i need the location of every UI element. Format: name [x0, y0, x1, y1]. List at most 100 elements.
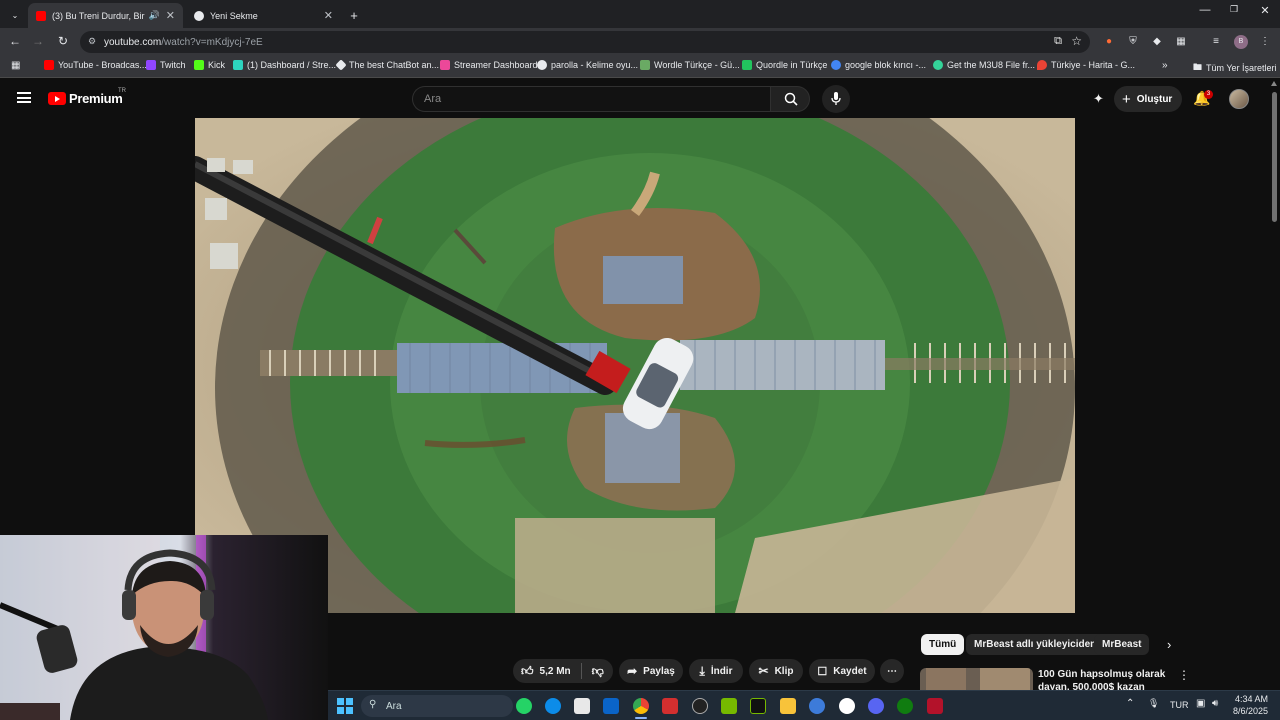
close-window-icon[interactable]: ✕ [1250, 4, 1280, 17]
sparkle-gem-icon[interactable]: ✦ [1093, 91, 1104, 107]
kebab-menu-icon[interactable]: ⋮ [1258, 35, 1272, 49]
streaming-app-icon[interactable] [927, 698, 943, 714]
taskbar-search-input[interactable]: ⚲ Ara [361, 695, 513, 717]
clock-date[interactable]: 8/6/2025 [1230, 706, 1268, 716]
close-tab-icon[interactable]: ✕ [166, 9, 175, 22]
filter-chip-uploader[interactable]: MrBeast adlı yükleyiciden [966, 634, 1105, 655]
more-vertical-icon[interactable]: ⋮ [1178, 668, 1190, 682]
profile-avatar-icon[interactable]: B [1234, 35, 1248, 49]
steam-icon[interactable] [692, 698, 708, 714]
clock-time[interactable]: 4:34 AM [1234, 694, 1268, 704]
restore-icon[interactable]: ❐ [1219, 4, 1249, 15]
file-explorer-icon[interactable] [780, 698, 796, 714]
bookmark-item[interactable]: google blok kırıcı -... [831, 60, 926, 70]
bookmark-item[interactable]: parolla - Kelime oyu... [537, 60, 638, 70]
address-bar[interactable]: ⚙ youtube.com/watch?v=mKdjycj-7eE ⧉ ☆ [80, 31, 1090, 53]
nvidia-icon[interactable] [721, 698, 737, 714]
volume-icon[interactable]: 🔊︎ [1212, 698, 1218, 709]
bookmark-item[interactable]: Get the M3U8 File fr... [933, 60, 1035, 70]
microphone-icon [831, 92, 841, 105]
youtube-logo-icon[interactable] [48, 92, 66, 105]
bookmark-item[interactable]: YouTube - Broadcas... [44, 60, 147, 70]
download-icon: ⤓ [699, 663, 705, 678]
outlook-icon[interactable] [603, 698, 619, 714]
minimize-icon[interactable]: — [1190, 4, 1220, 16]
filter-chip-channel[interactable]: MrBeast [1094, 634, 1150, 655]
chevron-right-icon[interactable]: › [1167, 637, 1171, 652]
clip-button[interactable]: ✂ Klip [749, 659, 803, 683]
tab-new-tab[interactable]: Yeni Sekme ✕ [186, 3, 341, 28]
discord-icon[interactable] [868, 698, 884, 714]
extension-diamond-icon[interactable]: ◆ [1150, 35, 1164, 49]
browser-app-icon[interactable] [809, 698, 825, 714]
share-button[interactable]: ➦ Paylaş [619, 659, 683, 683]
forward-arrow-icon[interactable]: → [30, 34, 46, 48]
bookmark-item[interactable]: Türkiye - Harita - G... [1037, 60, 1135, 70]
bookmark-favicon-icon [933, 60, 943, 70]
voice-search-button[interactable] [822, 85, 850, 113]
microsoft-store-icon[interactable] [574, 698, 590, 714]
obs-dts-app-icon[interactable] [662, 698, 678, 714]
bookmark-item[interactable]: (1) Dashboard / Stre... [233, 60, 336, 70]
speaker-icon[interactable]: 🔊 [149, 10, 160, 21]
reload-icon[interactable]: ↻ [55, 34, 71, 48]
tab-search-button[interactable]: ⌄ [6, 3, 24, 28]
save-button[interactable]: ☐ Kaydet [809, 659, 875, 683]
tab-youtube[interactable]: (3) Bu Treni Durdur, Bir Lam 🔊 ✕ [28, 3, 183, 28]
close-tab-icon[interactable]: ✕ [324, 9, 333, 22]
more-actions-button[interactable]: ⋯ [880, 659, 904, 683]
all-bookmarks-folder[interactable]: 🖿 Tüm Yer İşaretleri [1193, 60, 1277, 76]
edge-browser-icon[interactable] [545, 698, 561, 714]
chrome-icon[interactable] [633, 698, 649, 714]
recommendation-title[interactable]: 100 Gün hapsolmuş olarak dayan, 500.000$… [1038, 668, 1168, 690]
divider [580, 663, 582, 679]
dislike-button[interactable]: 👎︎ [592, 664, 604, 679]
all-bookmarks-label: Tüm Yer İşaretleri [1206, 63, 1277, 73]
scrollbar-thumb[interactable] [1272, 92, 1277, 222]
extensions-puzzle-icon[interactable]: ▦ [1174, 35, 1188, 49]
like-dislike-group: 👍︎ 5,2 Mn 👎︎ [513, 659, 613, 683]
apps-grid-icon[interactable]: ▦ [11, 60, 20, 71]
microphone-tray-icon[interactable]: 🎙︎ [1148, 698, 1159, 709]
search-button[interactable] [770, 86, 810, 112]
search-input[interactable]: Ara [412, 86, 770, 112]
bookmark-star-icon[interactable]: ☆ [1071, 34, 1082, 48]
url-path: /watch?v=mKdjycj-7eE [161, 36, 263, 48]
bookmark-item[interactable]: Streamer Dashboard [440, 60, 538, 70]
webcam-overlay [0, 535, 328, 720]
windows-start-icon[interactable] [337, 698, 353, 714]
download-button[interactable]: ⤓ İndir [689, 659, 743, 683]
scroll-up-arrow-icon[interactable] [1271, 81, 1277, 86]
network-icon[interactable]: ▣ [1196, 698, 1205, 709]
extension-shield-icon[interactable]: ⛨ [1126, 35, 1140, 49]
save-label: Kaydet [833, 665, 867, 677]
recommendation-thumbnail[interactable] [920, 668, 1033, 690]
whatsapp-icon[interactable] [516, 698, 532, 714]
nvidia-app-icon[interactable] [750, 698, 766, 714]
language-indicator[interactable]: TUR [1170, 700, 1189, 710]
chevron-up-icon[interactable]: ⌃ [1126, 698, 1134, 709]
youtube-premium-wordmark[interactable]: Premium [69, 91, 123, 106]
chevron-double-right-icon[interactable]: » [1162, 60, 1168, 71]
bookmark-item[interactable]: Quordle in Türkçe [742, 60, 827, 70]
filter-chip-all[interactable]: Tümü [921, 634, 965, 655]
back-arrow-icon[interactable]: ← [7, 34, 23, 48]
bookmark-item[interactable]: Kick [194, 60, 225, 70]
extension-fox-icon[interactable]: ● [1102, 35, 1116, 49]
avatar[interactable] [1229, 89, 1249, 109]
xbox-icon[interactable] [897, 698, 913, 714]
hamburger-menu-icon[interactable] [17, 92, 31, 103]
new-tab-button[interactable]: + [344, 3, 364, 28]
create-button[interactable]: + Oluştur [1114, 86, 1182, 112]
like-button[interactable]: 👍︎ 5,2 Mn [521, 664, 571, 679]
bookmark-item[interactable]: Twitch [146, 60, 186, 70]
install-app-icon[interactable]: ⧉ [1054, 35, 1062, 48]
reading-list-icon[interactable]: ≡ [1209, 35, 1223, 49]
site-info-icon[interactable]: ⚙ [88, 36, 96, 47]
yandex-icon[interactable] [839, 698, 855, 714]
page-scrollbar[interactable] [1268, 78, 1280, 690]
share-label: Paylaş [643, 665, 675, 677]
bookmark-item[interactable]: The best ChatBot an... [335, 59, 439, 71]
thumbs-up-icon: 👍︎ [521, 663, 534, 678]
bookmark-item[interactable]: Wordle Türkçe - Gü... [640, 60, 740, 70]
